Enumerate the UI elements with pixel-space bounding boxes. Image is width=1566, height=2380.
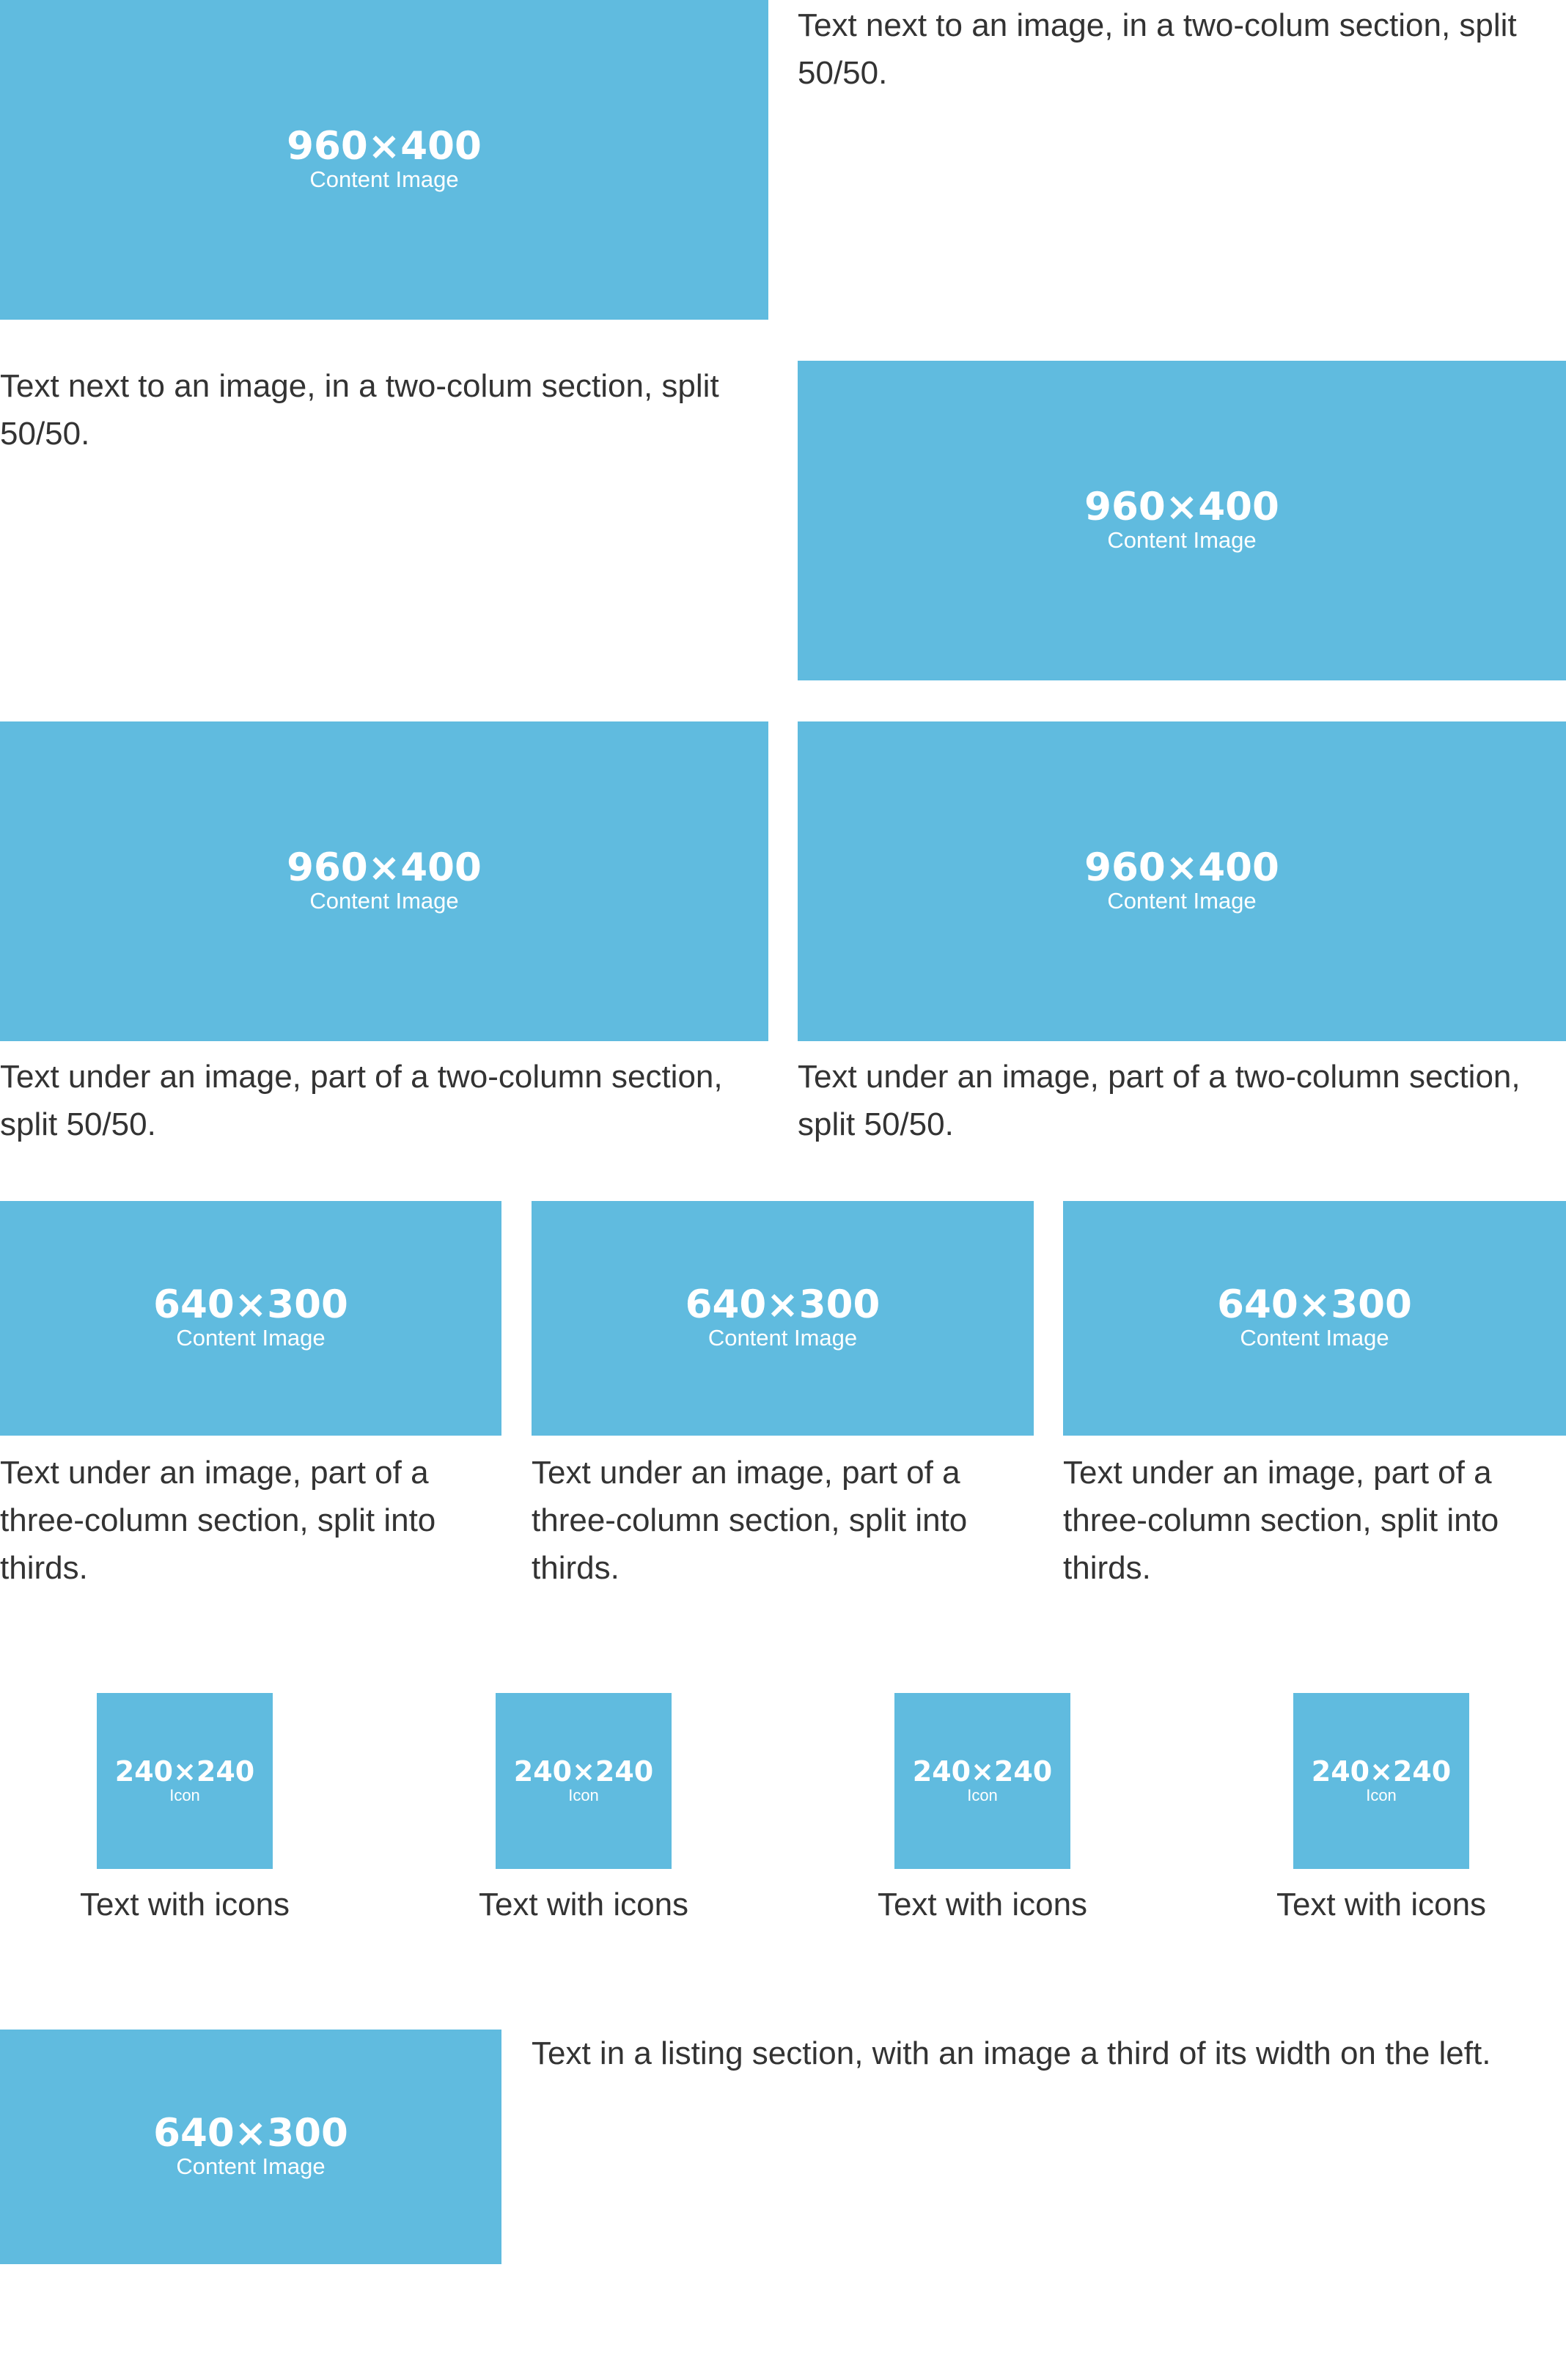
row3-col1-text: Text under an image, part of a two-colum… <box>0 1059 723 1142</box>
icon-dimensions: 240×240 <box>114 1755 255 1788</box>
row5-icon-3: 240×240 Icon <box>894 1693 1070 1869</box>
row5-icon-4: 240×240 Icon <box>1293 1693 1469 1869</box>
image-dimensions: 640×300 <box>1217 1282 1412 1328</box>
icon-label: Icon <box>1366 1785 1397 1804</box>
image-label: Content Image <box>176 1325 326 1351</box>
row4-col2-content-image: 640×300 Content Image <box>532 1201 1034 1436</box>
row5-icon-2-text: Text with icons <box>478 1887 689 1922</box>
image-dimensions: 960×400 <box>287 845 482 891</box>
row5-icon-4-text: Text with icons <box>1276 1887 1487 1922</box>
image-label: Content Image <box>1240 1325 1389 1351</box>
row4-col3-content-image: 640×300 Content Image <box>1063 1201 1566 1436</box>
image-dimensions: 960×400 <box>1084 845 1279 891</box>
row5-icon-3-text: Text with icons <box>877 1887 1088 1922</box>
icon-label: Icon <box>967 1785 998 1804</box>
row6-content-image: 640×300 Content Image <box>0 2030 501 2264</box>
row5-icon-2: 240×240 Icon <box>496 1693 672 1869</box>
row5-icon-1-text: Text with icons <box>79 1887 290 1922</box>
icon-dimensions: 240×240 <box>1311 1755 1452 1788</box>
row3-col1-content-image: 960×400 Content Image <box>0 721 768 1041</box>
image-label: Content Image <box>1107 888 1257 914</box>
icon-dimensions: 240×240 <box>912 1755 1053 1788</box>
icon-dimensions: 240×240 <box>513 1755 654 1788</box>
image-dimensions: 960×400 <box>287 124 482 169</box>
row4-col2-text: Text under an image, part of a three-col… <box>532 1455 968 1586</box>
row4-col1-text: Text under an image, part of a three-col… <box>0 1455 436 1586</box>
image-dimensions: 640×300 <box>685 1282 881 1328</box>
image-label: Content Image <box>707 1325 858 1351</box>
row6-text: Text in a listing section, with an image… <box>532 2035 1491 2071</box>
row1-text: Text next to an image, in a two-colum se… <box>798 7 1517 91</box>
row5-icon-1: 240×240 Icon <box>97 1693 273 1869</box>
image-dimensions: 640×300 <box>153 1282 348 1328</box>
image-label: Content Image <box>176 2153 326 2180</box>
image-dimensions: 960×400 <box>1084 485 1279 530</box>
icon-label: Icon <box>568 1785 599 1804</box>
row4-col1-content-image: 640×300 Content Image <box>0 1201 501 1436</box>
row1-content-image: 960×400 Content Image <box>0 0 768 320</box>
image-label: Content Image <box>1107 527 1257 554</box>
image-label: Content Image <box>309 166 459 193</box>
row3-col2-text: Text under an image, part of a two-colum… <box>798 1059 1521 1142</box>
image-dimensions: 640×300 <box>153 2111 348 2156</box>
image-label: Content Image <box>309 888 459 914</box>
row4-col3-text: Text under an image, part of a three-col… <box>1063 1455 1499 1586</box>
row3-col2-content-image: 960×400 Content Image <box>798 721 1566 1041</box>
row2-content-image: 960×400 Content Image <box>798 361 1566 680</box>
icon-label: Icon <box>169 1785 200 1804</box>
row2-text: Text next to an image, in a two-colum se… <box>0 368 719 452</box>
